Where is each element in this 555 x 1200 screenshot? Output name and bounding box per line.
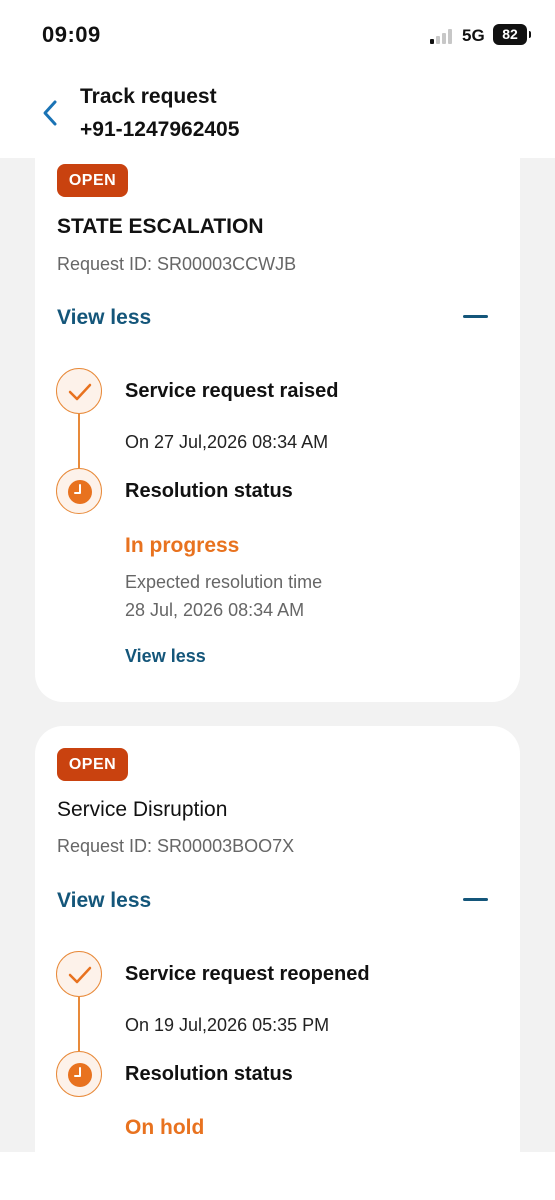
page-header: Track request +91-1247962405 [0,70,555,158]
timeline-connector [78,414,80,468]
step-title: Service request reopened [125,963,370,985]
resolution-status: In progress [125,534,240,557]
phone-number: +91-1247962405 [80,118,240,141]
timeline-connector [78,997,80,1051]
signal-icon [430,28,454,44]
resolution-status: On hold [125,1116,205,1139]
status-bar: 09:09 5G 82 [0,0,555,70]
request-id: Request ID: SR00003BOO7X [57,836,295,856]
step-date: On 19 Jul,2026 05:35 PM [125,1015,330,1035]
request-list[interactable]: OPEN STATE ESCALATION Request ID: SR0000… [0,158,555,1152]
back-chevron-icon[interactable] [38,96,66,130]
clock-icon [56,468,102,514]
step-date: On 27 Jul,2026 08:34 AM [125,432,329,452]
check-icon [56,368,102,414]
clock-icon [56,1051,102,1097]
status-badge: OPEN [57,748,128,781]
minus-icon[interactable] [463,315,488,318]
request-id: Request ID: SR00003CCWJB [57,254,297,274]
bottom-safe-area [0,1152,555,1200]
view-less-toggle[interactable]: View less [57,306,151,330]
status-time: 09:09 [42,22,101,47]
request-title: STATE ESCALATION [57,215,264,238]
expected-label: Expected resolution time [125,572,323,592]
request-card: OPEN STATE ESCALATION Request ID: SR0000… [35,158,520,702]
check-icon [56,951,102,997]
step-title: Service request raised [125,380,339,402]
request-title: Service Disruption [57,798,228,821]
request-card: OPEN Service Disruption Request ID: SR00… [35,726,520,1152]
page-title: Track request [80,85,217,108]
step-title: Resolution status [125,480,293,502]
minus-icon[interactable] [463,898,488,901]
status-badge: OPEN [57,164,128,197]
battery-icon: 82 [493,24,531,45]
view-less-link[interactable]: View less [125,646,206,667]
view-less-toggle[interactable]: View less [57,889,151,913]
network-label: 5G [462,26,485,45]
expected-time: 28 Jul, 2026 08:34 AM [125,600,305,620]
step-title: Resolution status [125,1063,293,1085]
